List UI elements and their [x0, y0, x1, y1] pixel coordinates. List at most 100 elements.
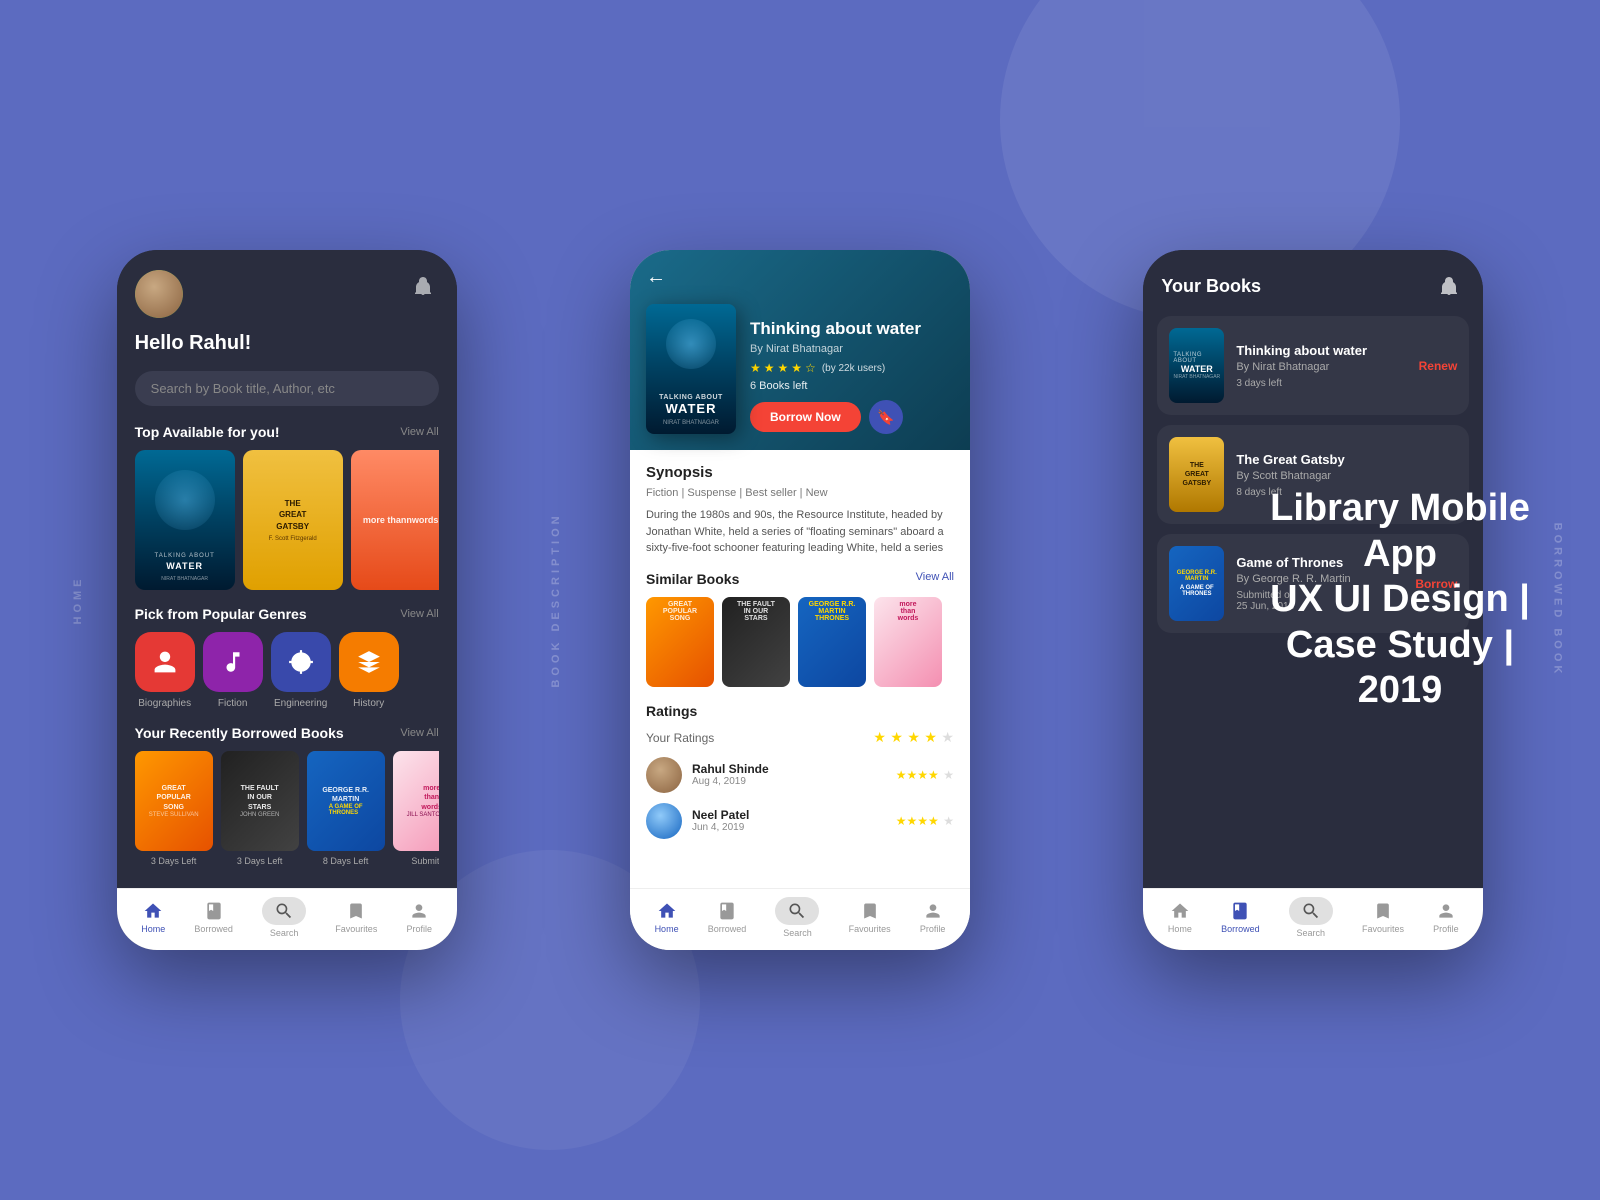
borrowed-info-1: Thinking about water By Nirat Bhatnagar … [1236, 343, 1406, 389]
b2-book-author: By Scott Bhatnagar [1236, 470, 1457, 482]
back-button[interactable]: ← [646, 266, 666, 289]
nav3-favourites[interactable]: Favourites [1362, 901, 1404, 934]
b1-book-title: Thinking about water [1236, 343, 1406, 358]
r2-author: JOHN GREEN [240, 812, 279, 818]
nav1-search[interactable]: Search [262, 897, 306, 938]
b1-author-cover: NIRAT BHATNAGAR [1173, 374, 1220, 380]
phone1-bottom-nav: Home Borrowed Search Favourites [117, 888, 457, 950]
ratings-section: Ratings Your Ratings ★ ★ ★ ★ ★ [646, 703, 954, 839]
notification-bell[interactable] [407, 270, 439, 302]
b1-renew-button[interactable]: Renew [1419, 359, 1458, 373]
nav2-home[interactable]: Home [655, 901, 679, 934]
genre-fiction-label: Fiction [218, 698, 247, 709]
nav3-profile[interactable]: Profile [1433, 901, 1459, 934]
reviewer2-date: Jun 4, 2019 [692, 822, 886, 833]
u-star3: ★ [907, 729, 920, 745]
hero-author: By Nirat Bhatnagar [750, 343, 954, 355]
recent-book-3[interactable]: GEORGE R.R.MARTIN A GAME OFTHRONES 8 Day… [307, 751, 385, 866]
nav1-borrowed[interactable]: Borrowed [194, 901, 233, 934]
r3-title: GEORGE R.R.MARTIN [322, 786, 369, 804]
similar-viewall[interactable]: View All [916, 571, 954, 587]
recent-book-4[interactable]: morethanwords JILL SANTOPOLO Submitted [393, 751, 439, 866]
review-1: Rahul Shinde Aug 4, 2019 ★★★★ ★ [646, 757, 954, 793]
recent-viewall[interactable]: View All [400, 727, 438, 739]
synopsis-text: During the 1980s and 90s, the Resource I… [646, 507, 954, 557]
b2-title-cover: THEGREATGATSBY [1182, 461, 1211, 488]
r1s1: ★★★★ [896, 768, 939, 782]
r1-label: 3 Days Left [151, 856, 197, 866]
genre-history[interactable]: History [339, 632, 399, 709]
genre-engineering[interactable]: Engineering [271, 632, 331, 709]
phone2-screen: ← TALKING ABOUT WATER NIRAT BHATNAGAR Th… [630, 250, 970, 950]
genre-fiction[interactable]: Fiction [203, 632, 263, 709]
r2-label: 3 Days Left [237, 856, 283, 866]
genre-bio-label: Biographies [138, 698, 191, 709]
b2-book-title: The Great Gatsby [1236, 452, 1457, 467]
reviewer1-avatar [646, 757, 682, 793]
genres-viewall[interactable]: View All [400, 608, 438, 620]
avatar[interactable] [135, 270, 183, 318]
nav1-fav-label: Favourites [335, 924, 377, 934]
bookmark-button[interactable]: 🔖 [869, 400, 903, 434]
nav1-favourites[interactable]: Favourites [335, 901, 377, 934]
top-available-viewall[interactable]: View All [400, 426, 438, 438]
nav3-fav-label: Favourites [1362, 924, 1404, 934]
nav2-profile[interactable]: Profile [920, 901, 946, 934]
genre-bio-icon [135, 632, 195, 692]
nav3-home[interactable]: Home [1168, 901, 1192, 934]
hero-book-cover: TALKING ABOUT WATER NIRAT BHATNAGAR [646, 304, 736, 434]
sim-book-1[interactable]: GREATPOPULARSONG [646, 597, 714, 687]
app-title-line2: UX UI Design | [1270, 578, 1530, 620]
water-author: NIRAT BHATNAGAR [155, 576, 215, 582]
phone2-bottom-nav: Home Borrowed Search [630, 888, 970, 950]
phone3-bottom-nav: Home Borrowed Search Favourites [1143, 888, 1483, 950]
book-cover-more[interactable] [351, 450, 439, 590]
search-bar[interactable]: Search by Book title, Author, etc [135, 371, 439, 406]
description-scroll[interactable]: Synopsis Fiction | Suspense | Best selle… [630, 450, 970, 888]
hero-book-subtitle: TALKING ABOUT [659, 394, 723, 401]
top-available-title: Top Available for you! [135, 424, 280, 440]
your-ratings-row: Your Ratings ★ ★ ★ ★ ★ [646, 729, 954, 747]
book-cover-gatsby[interactable]: THEGREATGATSBY F. Scott Fitzgerald [243, 450, 343, 590]
nav3-borrowed[interactable]: Borrowed [1221, 901, 1260, 934]
genres-title: Pick from Popular Genres [135, 606, 307, 622]
user-star-rating[interactable]: ★ ★ ★ ★ ★ [873, 729, 954, 747]
nav2-profile-label: Profile [920, 924, 946, 934]
sim-book-2[interactable]: THE FAULTIN OURSTARS [722, 597, 790, 687]
app-title: Library Mobile App UX UI Design | Case S… [1240, 486, 1560, 714]
borrow-now-button[interactable]: Borrow Now [750, 402, 861, 432]
sim-book-3[interactable]: GEORGE R.R.MARTINTHRONES [798, 597, 866, 687]
star5-half: ☆ [805, 361, 816, 375]
phone2-inner: ← TALKING ABOUT WATER NIRAT BHATNAGAR Th… [630, 250, 970, 950]
genre-biographies[interactable]: Biographies [135, 632, 195, 709]
nav2-favourites[interactable]: Favourites [849, 901, 891, 934]
r4-title: morethanwords [421, 784, 438, 811]
r4-label: Submitted [411, 856, 438, 866]
nav1-profile[interactable]: Profile [407, 901, 433, 934]
r1-author: STEVE SULLIVAN [149, 812, 199, 818]
reviewer1-info: Rahul Shinde Aug 4, 2019 [692, 762, 886, 787]
sim-book-4[interactable]: morethanwords [874, 597, 942, 687]
r2s1: ★★★★ [896, 814, 939, 828]
recent-book-1[interactable]: GREATPOPULARSONG STEVE SULLIVAN 3 Days L… [135, 751, 213, 866]
nav2-fav-label: Favourites [849, 924, 891, 934]
hero-info: Thinking about water By Nirat Bhatnagar … [750, 319, 954, 434]
genres-row: Biographies Fiction Engine [135, 632, 439, 709]
b1-title: WATER [1181, 364, 1213, 374]
your-ratings-label: Your Ratings [646, 731, 714, 745]
phone1-screen: Hello Rahul! Search by Book title, Autho… [117, 250, 457, 950]
similar-title: Similar Books [646, 571, 739, 587]
recent-book-2[interactable]: THE FAULTIN OURSTARS JOHN GREEN 3 Days L… [221, 751, 299, 866]
similar-header: Similar Books View All [646, 571, 954, 587]
water-title: WATER [155, 561, 215, 573]
nav2-search[interactable]: Search [775, 897, 819, 938]
nav3-search[interactable]: Search [1289, 897, 1333, 938]
nav2-borrowed[interactable]: Borrowed [708, 901, 747, 934]
phone3-notification-bell[interactable] [1433, 270, 1465, 302]
hero-book-title: WATER [659, 401, 723, 416]
borrowed-cover-1: TALKING ABOUT WATER NIRAT BHATNAGAR [1169, 328, 1224, 403]
book-cover-water[interactable]: TALKING ABOUT WATER NIRAT BHATNAGAR [135, 450, 235, 590]
borrowed-item-1[interactable]: TALKING ABOUT WATER NIRAT BHATNAGAR Thin… [1157, 316, 1469, 415]
reviewer2-name: Neel Patel [692, 808, 886, 822]
nav1-home[interactable]: Home [141, 901, 165, 934]
